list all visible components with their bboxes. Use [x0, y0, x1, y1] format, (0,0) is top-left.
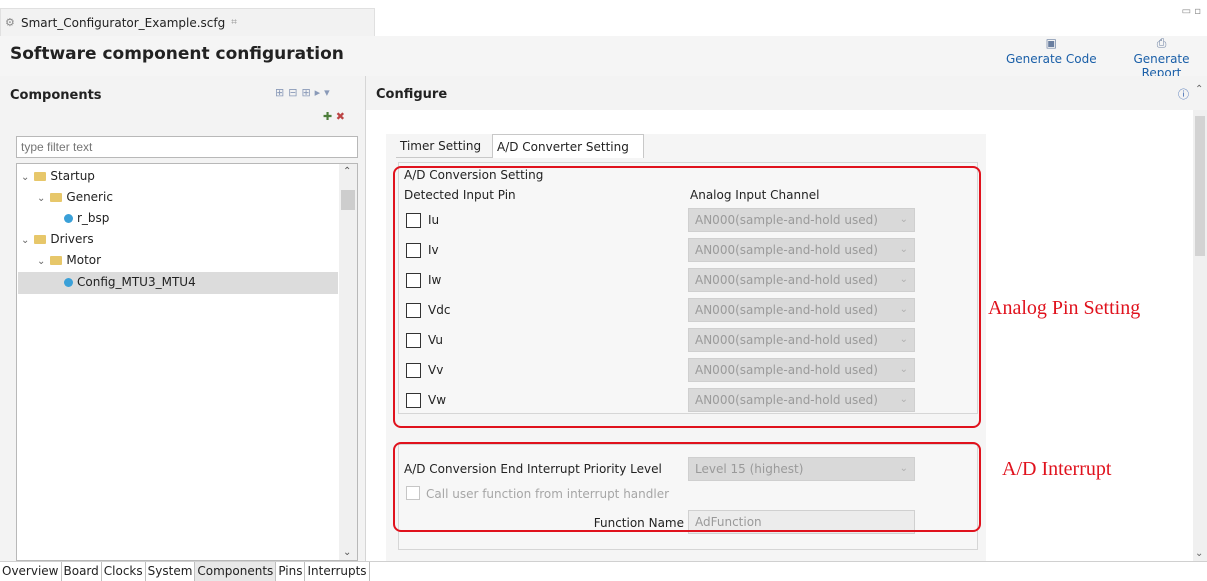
tree-item-label: Config_MTU3_MTU4 — [77, 275, 196, 289]
scrollbar-thumb[interactable] — [1195, 116, 1205, 256]
component-icon — [64, 214, 73, 223]
component-icon — [64, 278, 73, 287]
minimize-icon[interactable]: ▭ ▫ — [1182, 6, 1201, 17]
chevron-down-icon[interactable]: ⌄ — [21, 172, 29, 183]
remove-icon[interactable]: ✖ — [336, 110, 345, 123]
components-toolbar[interactable]: ⊞⊟⊞▸▾ — [275, 86, 334, 99]
generate-report-icon: ⎙ — [1156, 36, 1167, 50]
folder-icon — [50, 256, 63, 265]
config-file-icon: ⚙ — [5, 15, 15, 29]
tab-board[interactable]: Board — [62, 562, 102, 581]
tree-item-drivers[interactable]: ⌄ Drivers — [21, 229, 94, 249]
chevron-down-icon[interactable]: ⌄ — [37, 193, 45, 204]
tab-pins[interactable]: Pins — [276, 562, 306, 581]
page-header: Software component configuration ▣ Gener… — [0, 36, 1207, 80]
filter-input[interactable] — [16, 136, 358, 158]
tab-system[interactable]: System — [146, 562, 196, 581]
tab-ad-converter-setting[interactable]: A/D Converter Setting — [492, 134, 644, 158]
ad-interrupt-annotation: A/D Interrupt — [1002, 458, 1112, 480]
tree-item-startup[interactable]: ⌄ Startup — [21, 166, 95, 186]
add-icon[interactable]: ✚ — [323, 110, 332, 123]
collapse-all-icon[interactable]: ⊟ — [288, 86, 301, 99]
tree-item-config-mtu3-mtu4[interactable]: Config_MTU3_MTU4 — [64, 272, 196, 292]
scroll-down-icon[interactable]: ⌄ — [1195, 548, 1203, 559]
close-icon[interactable]: ⌗ — [231, 17, 237, 28]
tree-item-motor[interactable]: ⌄ Motor — [37, 250, 101, 270]
tree-item-r-bsp[interactable]: r_bsp — [64, 208, 109, 228]
expand-all-icon[interactable]: ⊞ — [301, 86, 314, 99]
analog-pin-highlight — [393, 166, 981, 428]
components-title: Components — [10, 88, 102, 103]
tree-scrollbar[interactable]: ⌃ ⌄ — [339, 164, 357, 560]
generate-code-label: Generate Code — [1006, 52, 1097, 66]
chevron-down-icon[interactable]: ⌄ — [37, 256, 45, 267]
view-menu-icon[interactable]: ▸▾ — [315, 86, 334, 99]
add-component-icon[interactable]: ⊞ — [275, 86, 288, 99]
editor-tab[interactable]: ⚙ Smart_Configurator_Example.scfg ⌗ — [0, 8, 375, 36]
tree-item-label: Drivers — [50, 232, 94, 246]
components-panel: Components ⊞⊟⊞▸▾ ✚ ✖ ⌄Startup ⌄Generic r… — [0, 76, 366, 561]
folder-icon — [34, 235, 47, 244]
chevron-down-icon[interactable]: ⌄ — [21, 235, 29, 246]
generate-code-button[interactable]: ▣ Generate Code — [1006, 36, 1097, 66]
analog-pin-annotation: Analog Pin Setting — [988, 297, 1141, 319]
tab-clocks[interactable]: Clocks — [102, 562, 146, 581]
editor-tab-strip: ⚙ Smart_Configurator_Example.scfg ⌗ ▭ ▫ — [0, 0, 1207, 36]
tree-item-label: Generic — [66, 190, 113, 204]
component-actions[interactable]: ✚ ✖ — [323, 110, 345, 123]
configure-title-bar: Configure ⓘ — [366, 76, 1207, 110]
editor-tab-title: Smart_Configurator_Example.scfg — [21, 15, 226, 30]
tab-components[interactable]: Components — [195, 562, 277, 581]
configure-scrollbar[interactable]: ⌃ ⌄ — [1193, 84, 1207, 561]
scroll-up-icon[interactable]: ⌃ — [343, 166, 351, 177]
tab-interrupts[interactable]: Interrupts — [305, 562, 370, 581]
info-icon[interactable]: ⓘ — [1178, 86, 1189, 102]
ad-interrupt-highlight — [393, 442, 981, 532]
page-title: Software component configuration — [10, 44, 344, 64]
tree-item-label: Startup — [50, 169, 95, 183]
tree-item-label: r_bsp — [77, 211, 110, 225]
generate-code-icon: ▣ — [1045, 36, 1057, 50]
folder-icon — [34, 172, 47, 181]
generate-report-button[interactable]: ⎙ Generate Report — [1116, 36, 1207, 80]
bottom-page-tabs: Overview Board Clocks System Components … — [0, 561, 1207, 581]
scroll-up-icon[interactable]: ⌃ — [1195, 84, 1203, 95]
scrollbar-thumb[interactable] — [341, 190, 355, 210]
scroll-down-icon[interactable]: ⌄ — [343, 547, 351, 558]
tree-item-label: Motor — [66, 253, 102, 267]
tab-overview[interactable]: Overview — [0, 562, 62, 581]
tree-item-generic[interactable]: ⌄ Generic — [37, 187, 113, 207]
component-tree: ⌄ Startup ⌄ Generic r_bsp ⌄ Drivers ⌄ Motor … — [16, 163, 358, 561]
tab-timer-setting[interactable]: Timer Setting — [396, 134, 492, 158]
folder-icon — [50, 193, 63, 202]
configure-title: Configure — [376, 87, 448, 102]
